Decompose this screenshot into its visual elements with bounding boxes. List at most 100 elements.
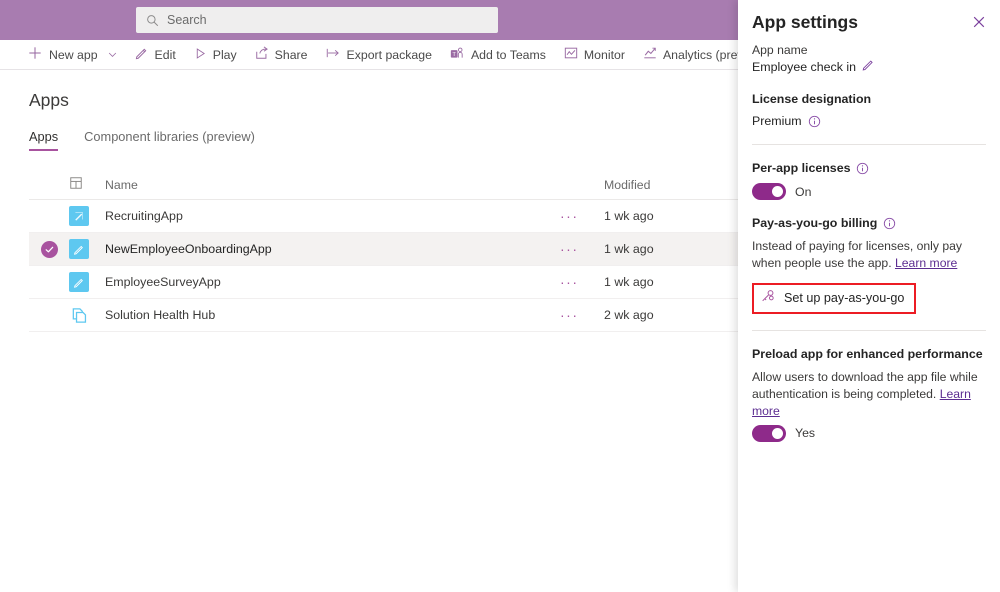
search-icon [146,14,159,27]
row-modified: 1 wk ago [604,275,754,289]
per-app-licenses-toggle-row: On [752,183,986,200]
preload-toggle-row: Yes [752,425,986,442]
preload-title: Preload app for enhanced performance [752,347,986,361]
setup-pay-as-you-go-button[interactable]: Set up pay-as-you-go [761,289,904,308]
table-grid-icon-cell [69,176,101,193]
pencil-icon [135,46,149,63]
preload-toggle[interactable] [752,425,786,442]
row-more-actions-button[interactable]: ··· [560,241,604,257]
per-app-licenses-header: Per-app licenses [752,161,986,175]
row-app-name[interactable]: NewEmployeeOnboardingApp [101,242,560,256]
row-more-actions-button[interactable]: ··· [560,208,604,224]
license-designation-value: Premium [752,114,802,128]
close-icon [972,15,986,34]
canvas-app-icon [69,272,89,292]
spacer [752,200,986,216]
payg-header: Pay-as-you-go billing [752,216,986,230]
row-app-name[interactable]: RecruitingApp [101,209,560,223]
export-icon [326,46,341,63]
panel-title: App settings [752,12,858,33]
payg-learn-more-link[interactable]: Learn more [895,256,957,270]
payg-highlight-box: Set up pay-as-you-go [752,283,916,314]
row-select-cell[interactable] [29,241,69,258]
analytics-icon [643,46,657,63]
row-modified: 1 wk ago [604,209,754,223]
share-icon [255,46,269,63]
app-settings-panel: App settings App name Employee check in [738,0,1000,592]
row-app-name[interactable]: EmployeeSurveyApp [101,275,560,289]
new-app-button[interactable]: New app [28,40,126,70]
payg-title: Pay-as-you-go billing [752,216,877,230]
divider [752,330,986,331]
export-package-label: Export package [347,48,432,62]
app-root: Search Environment Human [0,0,1000,592]
app-name-value: Employee check in [752,60,856,74]
share-label: Share [275,48,308,62]
pencil-icon[interactable] [862,58,875,76]
tab-component-libraries[interactable]: Component libraries (preview) [84,129,255,151]
tab-bar: Apps Component libraries (preview) [29,129,255,151]
toggle-knob [772,428,783,439]
tab-apps[interactable]: Apps [29,129,58,151]
teams-icon: T [450,46,465,63]
model-app-icon [69,305,89,325]
play-label: Play [213,48,237,62]
panel-body: App name Employee check in License desig… [752,43,986,442]
row-app-icon-cell [69,272,101,292]
search-box[interactable]: Search [136,7,498,33]
license-designation-row: Premium [752,114,986,128]
license-designation-label: License designation [752,92,986,106]
new-app-label: New app [49,48,98,62]
monitor-button[interactable]: Monitor [555,40,634,70]
row-app-name[interactable]: Solution Health Hub [101,308,560,322]
per-app-licenses-label: Per-app licenses [752,161,850,175]
spacer [752,106,986,114]
svg-text:T: T [452,52,456,58]
play-icon [194,47,207,63]
canvas-app-icon [69,206,89,226]
spacer [752,361,986,369]
plus-icon [28,46,42,63]
preload-description-block: Allow users to download the app file whi… [752,369,986,421]
row-app-icon-cell [69,239,101,259]
monitor-icon [564,46,578,63]
per-app-licenses-toggle[interactable] [752,183,786,200]
table-grid-icon [69,176,83,193]
toggle-knob [772,186,783,197]
per-app-licenses-state: On [795,185,811,199]
tab-apps-label: Apps [29,129,58,144]
column-header-modified[interactable]: Modified [604,178,754,192]
row-more-actions-button[interactable]: ··· [560,274,604,290]
close-button[interactable] [968,13,990,35]
chevron-down-icon [108,48,117,62]
payg-description-block: Instead of paying for licenses, only pay… [752,238,986,273]
canvas-app-icon [69,239,89,259]
add-to-teams-button[interactable]: T Add to Teams [441,40,555,70]
edit-button[interactable]: Edit [126,40,185,70]
row-more-actions-button[interactable]: ··· [560,307,604,323]
info-icon[interactable] [883,217,896,230]
monitor-label: Monitor [584,48,625,62]
spacer [752,76,986,92]
app-name-row: Employee check in [752,58,986,76]
tab-component-libraries-label: Component libraries (preview) [84,129,255,144]
divider [752,144,986,145]
preload-state: Yes [795,426,815,440]
column-header-name[interactable]: Name [101,178,560,192]
page-title: Apps [29,90,69,111]
edit-label: Edit [155,48,176,62]
row-app-icon-cell [69,206,101,226]
row-modified: 2 wk ago [604,308,754,322]
add-to-teams-label: Add to Teams [471,48,546,62]
app-name-label: App name [752,43,986,57]
search-input-placeholder[interactable]: Search [167,13,207,27]
share-button[interactable]: Share [246,40,317,70]
setup-pay-as-you-go-label: Set up pay-as-you-go [784,291,904,305]
row-app-icon-cell [69,305,101,325]
payg-key-icon [761,289,776,308]
export-package-button[interactable]: Export package [317,40,441,70]
play-button[interactable]: Play [185,40,246,70]
info-icon[interactable] [808,115,821,128]
info-icon[interactable] [856,162,869,175]
row-selected-check-icon[interactable] [41,241,58,258]
